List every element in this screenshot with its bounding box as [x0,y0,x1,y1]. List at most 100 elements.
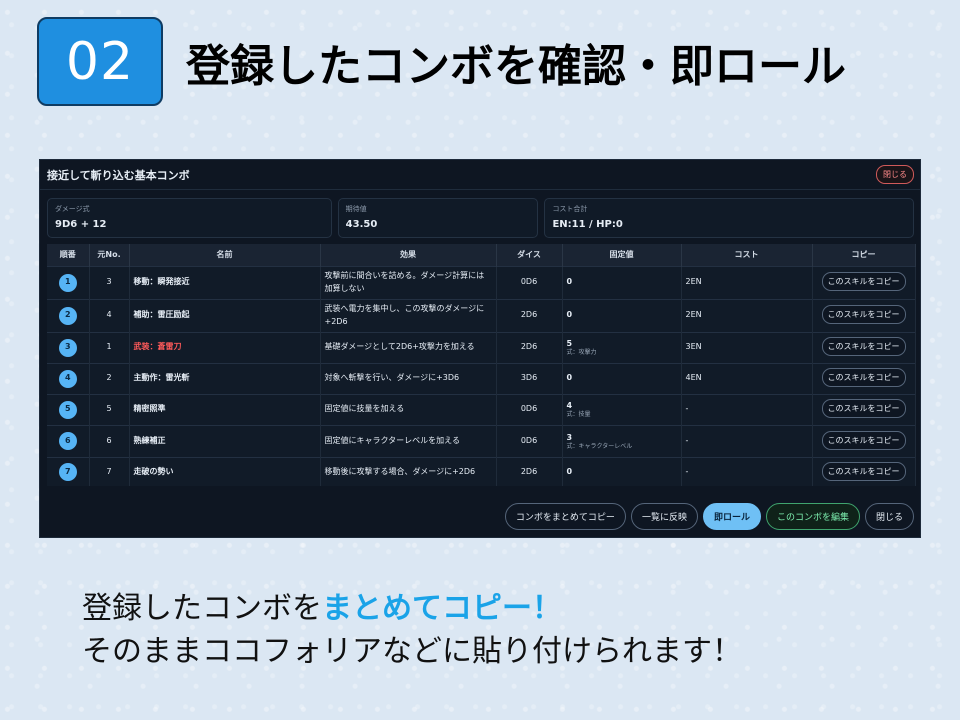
copy-skill-button[interactable]: このスキルをコピー [821,337,906,357]
skill-table-wrap: 順番 元No. 名前 効果 ダイス 固定値 コスト コピー 1 3 移動：瞬発接近攻… [47,244,916,486]
original-number-cell: 3 [89,265,130,299]
fixed-value-cell: 0 [562,298,682,332]
original-number-cell: 1 [89,331,130,363]
column-header: ダイス [496,244,563,266]
combo-title: 接近して斬り込む基本コンボ [47,168,190,182]
reflect-to-list-button[interactable]: 一覧に反映 [630,503,698,530]
cost-cell: 4EN [681,362,813,394]
dice-cell: 3D6 [496,362,563,394]
fixed-value-formula: 式：キャラクターレベル [566,442,633,450]
skill-name: 精密照準 [133,404,166,414]
cost-cell: 2EN [681,265,813,299]
copy-skill-button[interactable]: このスキルをコピー [821,430,906,450]
skill-name: 武装：蒼雷刀 [133,342,182,352]
copy-cell: このスキルをコピー [812,331,916,363]
order-number-badge: 5 [58,400,77,419]
damage-formula-box: ダメージ式 9D6 + 12 [47,198,332,238]
effect-cell: 攻撃前に間合いを詰める。ダメージ計算には加算しない [320,265,497,299]
copy-skill-button[interactable]: このスキルをコピー [821,272,906,292]
skill-name-cell: 補助：雷圧励起 [129,298,321,332]
order-cell: 1 [47,265,90,299]
caption-line-2: そのままココフォリアなどに貼り付けられます！ [82,634,742,669]
cost-cell: - [681,393,813,425]
dialog-footer: コンボをまとめてコピー 一覧に反映 即ロール このコンボを編集 閉じる [504,503,914,530]
skill-name: 主動作：雷光斬 [133,373,190,383]
expected-value: 43.50 [345,219,378,230]
fixed-value-cell: 4 式：技量 [562,393,682,425]
order-cell: 4 [47,362,90,394]
effect-cell: 対象へ斬撃を行い、ダメージに+3D6 [320,362,497,394]
fixed-value: 0 [566,466,573,476]
fixed-value: 0 [566,277,573,287]
copy-combo-button[interactable]: コンボをまとめてコピー [504,503,626,530]
table-row: 7 7 走破の勢い 移動後に攻撃する場合、ダメージに+2D6 2D6 0- このスキルをコピ… [47,456,916,486]
order-cell: 5 [47,393,90,425]
close-button[interactable]: 閉じる [864,503,914,530]
cost-cell: - [681,456,813,486]
close-top-button[interactable]: 閉じる [876,165,914,184]
skill-name: 補助：雷圧励起 [133,310,190,320]
fixed-value-cell: 0 [562,456,682,486]
skill-name-cell: 武装：蒼雷刀 [129,331,321,363]
fixed-value-formula: 式：攻撃力 [566,349,597,357]
skill-name-cell: 熟練補正 [129,424,321,457]
skill-name: 熟練補正 [133,435,166,445]
column-header: コピー [812,244,916,266]
order-cell: 6 [47,424,90,457]
column-header: 順番 [47,244,90,266]
copy-cell: このスキルをコピー [812,456,916,486]
fixed-value-cell: 3 式：キャラクターレベル [562,424,682,457]
fixed-value-cell: 5 式：攻撃力 [562,331,682,363]
effect-cell: 移動後に攻撃する場合、ダメージに+2D6 [320,456,497,486]
effect-cell: 武装へ電力を集中し、この攻撃のダメージに+2D6 [320,298,497,332]
caption-line-1-text: 登録したコンボを [82,591,322,626]
column-header: 効果 [320,244,497,266]
slide-caption: 登録したコンボをまとめてコピー！ そのままココフォリアなどに貼り付けられます！ [82,587,742,673]
table-row: 6 6 熟練補正 固定値にキャラクターレベルを加える 0D6 3 式：キャラクターレベル - こ… [47,424,916,457]
dice-cell: 0D6 [496,265,563,299]
slide-title: 登録したコンボを確認・即ロール [186,41,846,92]
order-number-badge: 6 [58,432,77,450]
dice-cell: 2D6 [496,456,563,486]
table-row: 5 5 精密照準 固定値に技量を加える 0D6 4 式：技量 - このスキルをコピー [47,393,916,425]
cost-total-box: コスト合計 EN:11 / HP:0 [544,198,914,238]
copy-cell: このスキルをコピー [812,265,916,299]
edit-combo-button[interactable]: このコンボを編集 [765,503,860,530]
combo-summary: ダメージ式 9D6 + 12 期待値 43.50 コスト合計 EN:11 / H… [40,190,920,238]
dice-cell: 2D6 [496,331,563,363]
order-number-badge: 4 [58,369,77,388]
copy-skill-button[interactable]: このスキルをコピー [821,399,906,419]
order-number-badge: 7 [58,462,77,481]
expected-value-label: 期待値 [345,205,367,213]
column-header: コスト [681,244,813,266]
copy-skill-button[interactable]: このスキルをコピー [821,305,906,325]
skill-name-cell: 走破の勢い [129,456,321,486]
table-row: 4 2 主動作：雷光斬 対象へ斬撃を行い、ダメージに+3D6 3D6 0 4EN このスキルを… [47,362,916,394]
original-number-cell: 6 [89,424,130,457]
expected-value-box: 期待値 43.50 [337,198,539,238]
order-number-badge: 1 [58,273,77,292]
cost-cell: - [681,424,813,457]
table-header-row: 順番 元No. 名前 効果 ダイス 固定値 コスト コピー [47,244,916,266]
fixed-value-cell: 0 [562,265,682,299]
step-number-badge: 02 [37,17,163,106]
table-row: 2 4 補助：雷圧励起 武装へ電力を集中し、この攻撃のダメージに+2D6 2D6 0 2EN… [47,298,916,332]
copy-skill-button[interactable]: このスキルをコピー [821,368,906,388]
fixed-value: 0 [566,310,573,320]
skill-name-cell: 精密照準 [129,393,321,425]
original-number-cell: 4 [89,298,130,332]
fixed-value-cell: 0 [562,362,682,394]
caption-line-1: 登録したコンボをまとめてコピー！ [82,587,742,630]
copy-cell: このスキルをコピー [812,298,916,332]
combo-detail-dialog: 接近して斬り込む基本コンボ 閉じる ダメージ式 9D6 + 12 期待値 43.… [39,159,921,538]
skill-name: 移動：瞬発接近 [133,277,190,287]
copy-cell: このスキルをコピー [812,424,916,457]
copy-skill-button[interactable]: このスキルをコピー [821,461,906,481]
cost-cell: 2EN [681,298,813,332]
cost-cell: 3EN [681,331,813,363]
skill-name: 走破の勢い [133,466,174,476]
table-row: 1 3 移動：瞬発接近 攻撃前に間合いを詰める。ダメージ計算には加算しない 0D6 0 2E… [47,265,916,299]
instant-roll-button[interactable]: 即ロール [702,503,761,530]
order-number-badge: 2 [58,306,77,325]
effect-cell: 固定値に技量を加える [320,393,497,425]
